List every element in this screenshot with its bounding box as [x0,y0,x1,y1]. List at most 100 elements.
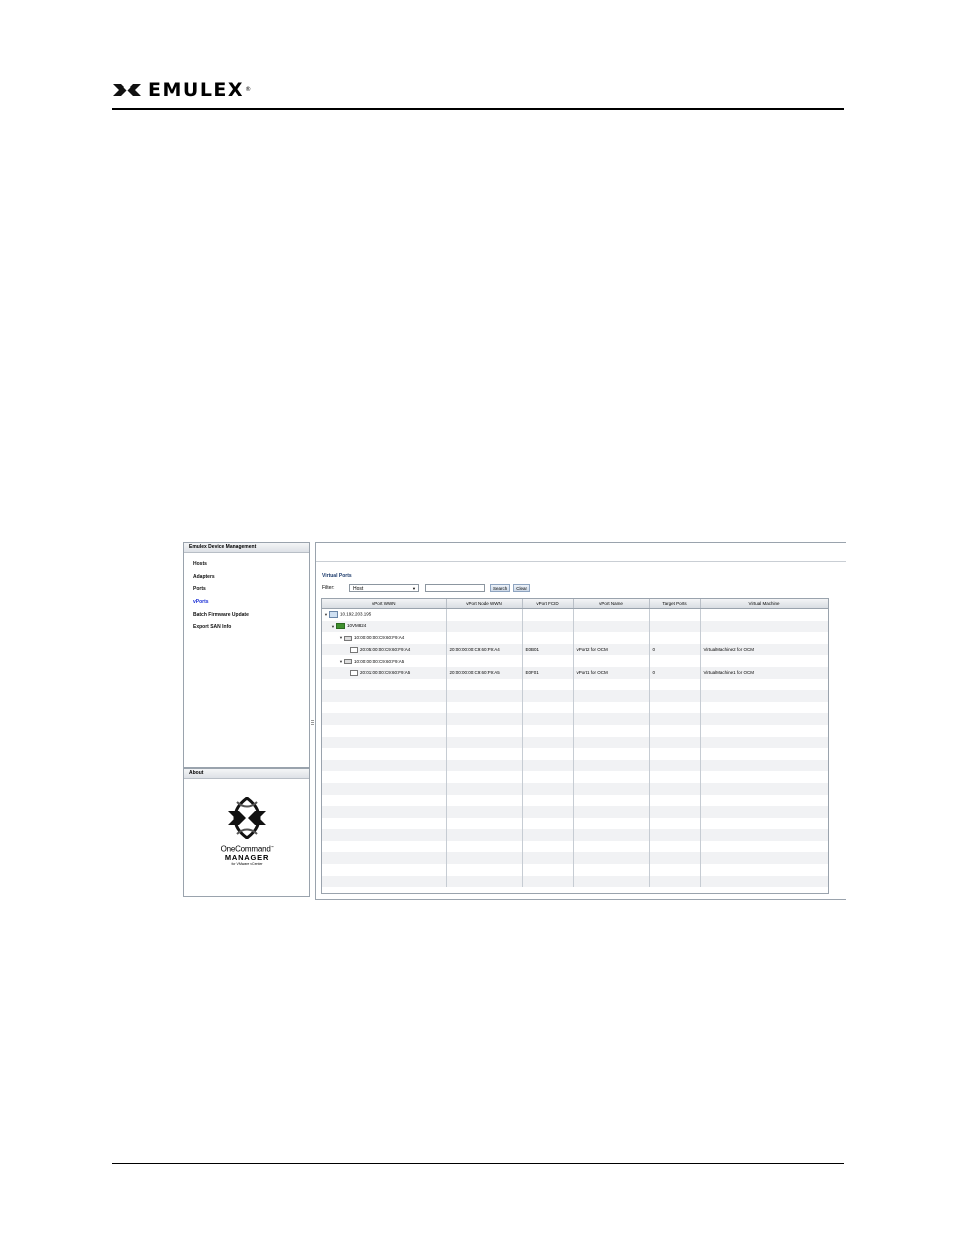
column-header[interactable]: Virtual Machine [700,599,828,609]
table-cell [446,759,523,772]
cell-text: E0B01 [525,647,540,653]
table-cell [446,852,523,865]
table-cell [649,817,701,830]
table-cell [700,864,828,876]
tree-cell: ▼ 10:00:00:00:C9:60:F9:A5 [322,655,447,667]
table-cell [322,690,447,702]
table-cell [322,875,447,888]
column-header[interactable]: Target Ports [649,599,701,609]
expand-toggle-icon[interactable]: ▼ [339,635,343,640]
table-cell [446,690,523,702]
column-header[interactable]: vPort Node WWN [446,599,523,609]
table-cell [573,840,650,853]
expand-toggle-icon[interactable]: ▼ [339,659,343,664]
table-row[interactable]: 20:05:00:00:C9:60:F9:A4 20:00:00:00:C9:60… [322,643,828,656]
table-cell [522,806,574,818]
nav-item-adapters[interactable]: Adapters [193,571,309,584]
table-cell [649,771,701,783]
table-cell [573,806,650,818]
empty-row [322,782,828,795]
table-cell [322,852,447,865]
table-cell [649,840,701,853]
dropdown-arrow-icon: ▼ [412,586,416,591]
cell-text: 10:00:00:00:C9:60:F9:A4 [353,635,405,641]
table-cell [322,736,447,749]
table-cell [446,840,523,853]
table-cell [573,852,650,865]
table-row[interactable]: 20:01:00:00:C9:60:F9:A5 20:00:00:00:C9:60… [322,666,828,679]
empty-row [322,713,828,725]
table-cell [649,875,701,888]
table-cell [573,701,650,714]
table-cell [649,632,701,644]
table-cell [446,782,523,795]
table-cell [573,690,650,702]
expand-toggle-icon[interactable]: ▼ [331,624,335,629]
table-row[interactable]: ▼ 10VM824 [322,620,828,633]
device-management-panel: Emulex Device Management Hosts Adapters Po… [183,542,310,768]
about-panel: About OneCommand™ MANAGER for VMware vCe… [183,768,310,897]
table-cell [573,632,650,644]
table-cell [522,678,574,691]
empty-row [322,724,828,737]
table-cell [522,771,574,783]
table-cell [700,748,828,760]
tree-cell: 20:01:00:00:C9:60:F9:A5 [322,666,447,679]
column-header[interactable]: vPort FCID [522,599,574,609]
table-cell [700,817,828,830]
table-cell [322,829,447,841]
table-cell [522,690,574,702]
empty-row [322,840,828,853]
table-row[interactable]: ▼ 10:00:00:00:C9:60:F9:A5 [322,655,828,667]
search-button[interactable]: Search [490,584,511,592]
table-cell [522,864,574,876]
table-cell [522,736,574,749]
table-cell [446,724,523,737]
nav-item-batch-firmware-update[interactable]: Batch Firmware Update [193,609,309,622]
cell-text: 10VM824 [346,623,367,629]
table-cell [649,794,701,807]
table-cell [573,655,650,667]
cell-text: vPort1 for OCM [576,670,608,676]
empty-row [322,829,828,841]
empty-row [322,794,828,807]
table-cell [522,632,574,644]
filter-select[interactable]: Host ▼ [349,584,419,592]
table-cell [573,713,650,725]
nav-item-export-san-info[interactable]: Export SAN Info [193,621,309,634]
cell-text: 20:05:00:00:C9:60:F9:A4 [360,646,411,652]
empty-row [322,678,828,691]
emulex-logo: EMULEX® [112,78,253,102]
table-cell [322,678,447,691]
panel-splitter-handle[interactable] [311,720,314,726]
column-header[interactable]: vPort Name [573,599,650,609]
table-cell: VirtualMachine2 for OCM [700,643,828,656]
table-row[interactable]: ▼ 10.192.203.195 [322,608,828,621]
table-cell [700,806,828,818]
clear-button[interactable]: Clear [513,584,531,592]
search-input[interactable] [425,584,485,592]
main-pane: Virtual Ports Filter: Host ▼ Search Clea… [315,542,846,900]
table-cell [522,794,574,807]
table-cell [322,840,447,853]
table-cell [700,782,828,795]
table-cell [649,620,701,633]
table-cell [446,875,523,888]
table-cell [649,724,701,737]
expand-toggle-icon[interactable]: ▼ [324,612,328,617]
nav-item-vports[interactable]: vPorts [193,596,309,609]
onecommand-logo: OneCommand™ MANAGER for VMware vCenter [214,796,280,869]
table-cell [573,782,650,795]
nav-item-hosts[interactable]: Hosts [193,558,309,571]
nav-list: Hosts Adapters Ports vPorts Batch Firmware U… [184,553,309,634]
table-row[interactable]: ▼ 10:00:00:00:C9:60:F9:A4 [322,632,828,644]
table-cell [573,817,650,830]
table-cell: 0 [649,643,701,656]
column-header[interactable]: vPort WWN [322,599,447,609]
panel-title: Emulex Device Management [184,543,309,553]
table-cell [522,759,574,772]
filter-row: Filter: Host ▼ Search Clear [322,583,531,593]
table-cell [700,608,828,621]
nav-item-ports[interactable]: Ports [193,583,309,596]
brand-wordmark: EMULEX® [148,79,253,101]
